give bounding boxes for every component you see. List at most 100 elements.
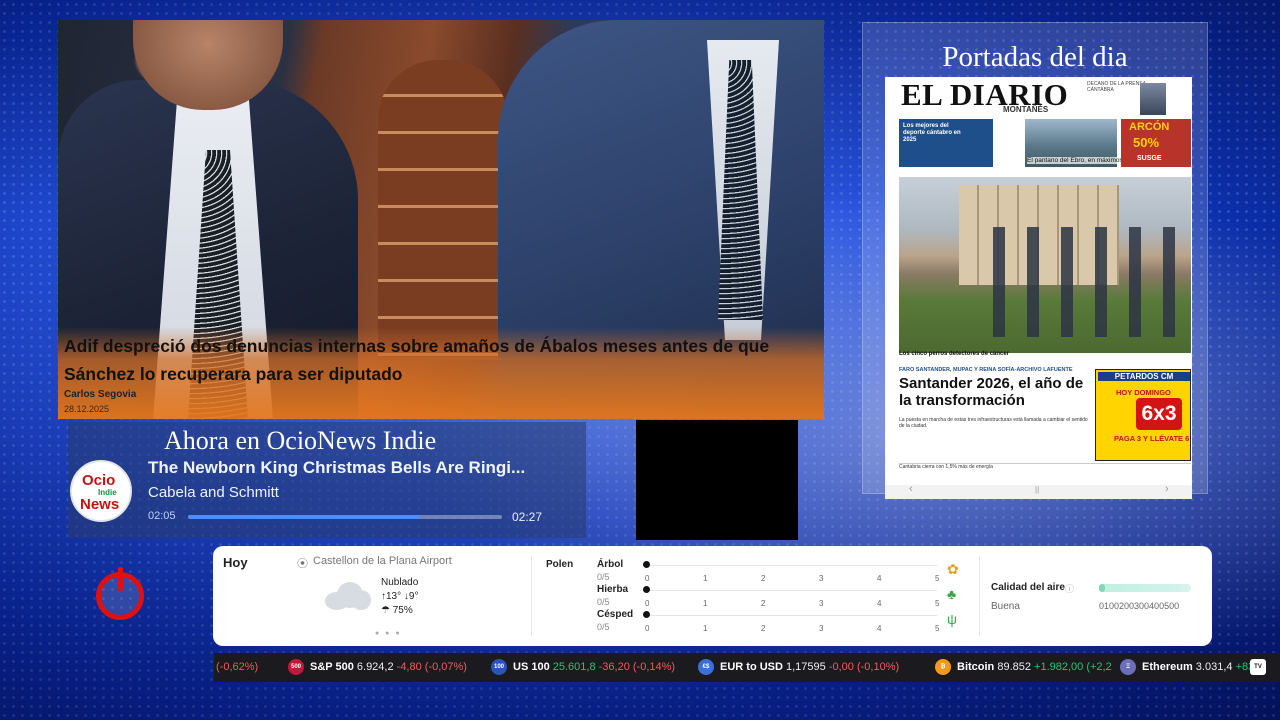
ticker-value: 89.852 (997, 661, 1035, 673)
progress-bar[interactable] (188, 515, 502, 519)
prev-arrow-icon[interactable]: ‹ (909, 483, 913, 495)
petardos-promo: PAGA 3 Y LLÉVATE 6 (1114, 434, 1190, 443)
ticker-name: S&P 500 (310, 661, 357, 673)
weather-condition: Nublado (381, 577, 419, 588)
pollen-tick-label: 0 (645, 624, 650, 633)
ticker-badge-icon: ₿ (935, 659, 951, 675)
weather-location[interactable]: Castellon de la Plana Airport (313, 555, 452, 567)
pollen-name: Césped (597, 609, 634, 620)
song-title: The Newborn King Christmas Bells Are Rin… (148, 458, 526, 477)
pollen-level-marker (643, 586, 650, 593)
market-ticker: (-0,62%) 500 S&P 500 6.924,2 -4,80 (-0,07%… (214, 653, 1280, 682)
weather-widget: Hoy ⦿ Castellon de la Plana Airport Nubl… (213, 546, 1212, 646)
front-pages-panel: Portadas del dia EL DIARIO MONTAÑÉS DECA… (862, 22, 1208, 499)
newspaper-footer: Cantabria cierra con 1,5% más de energía (899, 463, 1191, 487)
pollen-score: 0/5 (597, 622, 610, 632)
ticker-item[interactable]: Ethereum 3.031,4 +83 (1142, 661, 1254, 673)
ticker-item[interactable]: US 100 25.601,8 -36,20 (-0,14%) (513, 661, 675, 673)
pollen-tick-label: 4 (877, 624, 882, 633)
newspaper-box-sports-text: Los mejores del deporte cántabro en 2025 (903, 123, 961, 143)
ocio-indie-news-logo: Ocio Indie News (70, 460, 132, 522)
pollen-row: Árbol 0/5 0 1 2 3 4 5 ✿ (597, 559, 959, 585)
ticker-badge-icon: €$ (698, 659, 714, 675)
ticker-change: -36,20 (-0,14%) (598, 661, 676, 673)
weather-temps: ↑13° ↓9° (381, 591, 419, 602)
ticker-badge-icon: 500 (288, 659, 304, 675)
ticker-name: EUR to USD (720, 661, 786, 673)
newspaper-photo-people (979, 227, 1179, 337)
total-duration: 02:27 (512, 510, 543, 524)
ticker-value: 3.031,4 (1195, 661, 1236, 673)
lawn-pollen-icon: ψ (947, 611, 957, 627)
air-quality-marker (1099, 584, 1105, 592)
ticker-name: Ethereum (1142, 661, 1196, 673)
newspaper-ad-percent: 50% (1133, 135, 1160, 150)
ticker-badge-icon: Ξ (1120, 659, 1136, 675)
news-author: Carlos Segovia (64, 389, 137, 400)
ticker-value: 6.924,2 (356, 661, 397, 673)
pollen-tick-label: 5 (935, 624, 940, 633)
ticker-change: +1.982,00 (+2,2 (1034, 661, 1112, 673)
newspaper-kicker: FARO SANTANDER, MUPAC Y REINA SOFÍA-ARCH… (899, 367, 1073, 373)
news-date: 28.12.2025 (64, 404, 110, 414)
pollen-tick-label: 4 (877, 599, 882, 608)
pollen-tick-label: 2 (761, 599, 766, 608)
newspaper-ad-brand: ARCÓN (1129, 121, 1170, 133)
pollen-level-marker (643, 561, 650, 568)
pollen-row: Césped 0/5 0 1 2 3 4 5 ψ (597, 609, 957, 635)
ticker-change: -4,80 (-0,07%) (396, 661, 467, 673)
pollen-tick-label: 3 (819, 599, 824, 608)
pollen-tick-label: 1 (703, 624, 708, 633)
newspaper-lake-caption: El pantano del Ebro, en máximos... (1027, 157, 1129, 164)
power-icon[interactable] (96, 567, 144, 620)
ticker-item[interactable]: S&P 500 6.924,2 -4,80 (-0,07%) (310, 661, 467, 673)
pollen-tick-label: 3 (819, 624, 824, 633)
pollen-tick-label: 1 (703, 599, 708, 608)
weather-humidity: ☂ 75% (381, 605, 413, 616)
ticker-value: 1,17595 (786, 661, 829, 673)
front-pages-title: Portadas del dia (942, 41, 1128, 73)
newspaper-info: DECANO DE LA PRENSA CÁNTABRA (1087, 81, 1146, 93)
newspaper-ad-sub: SUSGE (1137, 155, 1162, 162)
pollen-tick-label: 3 (819, 574, 824, 583)
divider (979, 556, 980, 636)
pollen-track (647, 590, 937, 591)
screen: { "news": { "headline": "Adif despreció … (0, 0, 1280, 720)
pollen-name: Árbol (597, 559, 624, 570)
news-headline[interactable]: Adif despreció dos denuncias internas so… (64, 332, 814, 388)
location-pin-icon: ⦿ (297, 558, 308, 570)
pollen-level-marker (643, 611, 650, 618)
air-quality-label: Calidad del aire (991, 582, 1065, 593)
ticker-item[interactable]: (-0,62%) (216, 661, 258, 673)
pollen-label: Polen (546, 559, 574, 570)
logo-ocio: Ocio (82, 472, 116, 489)
pollen-tick-label: 2 (761, 574, 766, 583)
next-arrow-icon[interactable]: › (1165, 483, 1169, 495)
petardos-hoy: HOY DOMINGO (1116, 388, 1171, 397)
carousel-dots[interactable]: ● ● ● (375, 630, 402, 637)
video-placeholder (636, 420, 798, 540)
pause-icon[interactable]: || (1035, 485, 1039, 494)
news-card[interactable]: Adif despreció dos denuncias internas so… (58, 20, 824, 419)
air-quality-bar (1099, 584, 1191, 592)
ticker-item[interactable]: EUR to USD 1,17595 -0,00 (-0,10%) (720, 661, 899, 673)
air-quality-scale: 0100200300400500 (1099, 601, 1180, 611)
info-icon[interactable]: ⓘ (1065, 582, 1074, 595)
cloud-icon (325, 582, 371, 610)
logo-news: News (80, 496, 120, 513)
newspaper-main-photo (899, 177, 1191, 353)
newspaper-front-page[interactable]: EL DIARIO MONTAÑÉS DECANO DE LA PRENSA C… (885, 77, 1192, 499)
song-artist: Cabela and Schmitt (148, 484, 279, 501)
elapsed-time: 02:05 (148, 510, 176, 522)
progress-bar-fill (188, 515, 421, 519)
ticker-name: Bitcoin (957, 661, 998, 673)
ticker-item[interactable]: Bitcoin 89.852 +1.982,00 (+2,2 (957, 661, 1112, 673)
ticker-change: (-0,62%) (216, 661, 259, 673)
pollen-track (647, 615, 937, 616)
pollen-name: Hierba (597, 584, 629, 595)
tree-pollen-icon: ✿ (947, 561, 959, 577)
newspaper-photo-caption: Los cinco perros detectores de cáncer (899, 351, 1010, 357)
pollen-score: 0/5 (597, 572, 610, 582)
grass-pollen-icon: ♣ (947, 586, 957, 602)
ticker-change: -0,00 (-0,10%) (828, 661, 900, 673)
